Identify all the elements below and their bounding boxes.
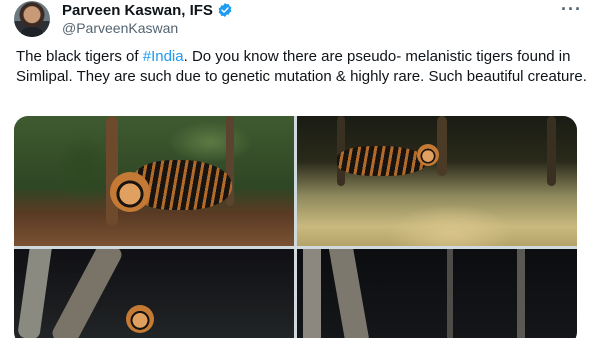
tree-trunk [49, 249, 125, 338]
tree-trunk [327, 249, 371, 338]
tweet-text: The black tigers of #India. Do you know … [16, 47, 588, 86]
author-name[interactable]: Parveen Kaswan, IFS [62, 2, 213, 19]
more-options-icon[interactable]: ··· [561, 0, 582, 18]
tree-trunk [106, 116, 118, 226]
photo-tiger-forest[interactable] [14, 116, 294, 246]
author-info: Parveen Kaswan, IFS @ParveenKaswan [62, 2, 233, 36]
tweet-card: Parveen Kaswan, IFS @ParveenKaswan ··· T… [0, 0, 600, 338]
tree-trunk [517, 249, 525, 338]
tree-trunk [547, 116, 556, 186]
tiger-head [110, 172, 150, 212]
tiger-head [126, 305, 154, 333]
tree-trunk [17, 249, 53, 338]
avatar-shirt [20, 27, 44, 37]
tree-trunk [447, 249, 453, 338]
photo-tiger-night-1[interactable] [297, 116, 577, 246]
verified-badge-icon [218, 3, 232, 18]
avatar[interactable] [14, 1, 50, 37]
hashtag-link[interactable]: #India [143, 48, 184, 65]
photo-tiger-night-2[interactable] [14, 249, 294, 338]
author-handle[interactable]: @ParveenKaswan [62, 20, 233, 36]
author-name-row: Parveen Kaswan, IFS [62, 2, 233, 19]
tweet-text-start: The black tigers of [16, 48, 143, 65]
tree-trunk [437, 116, 447, 176]
tiger-head [417, 144, 439, 166]
photo-forest-night[interactable] [297, 249, 577, 338]
tree-trunk [303, 249, 321, 338]
media-grid [14, 116, 577, 338]
tweet-header: Parveen Kaswan, IFS @ParveenKaswan [14, 1, 233, 37]
tiger-body [337, 146, 427, 176]
